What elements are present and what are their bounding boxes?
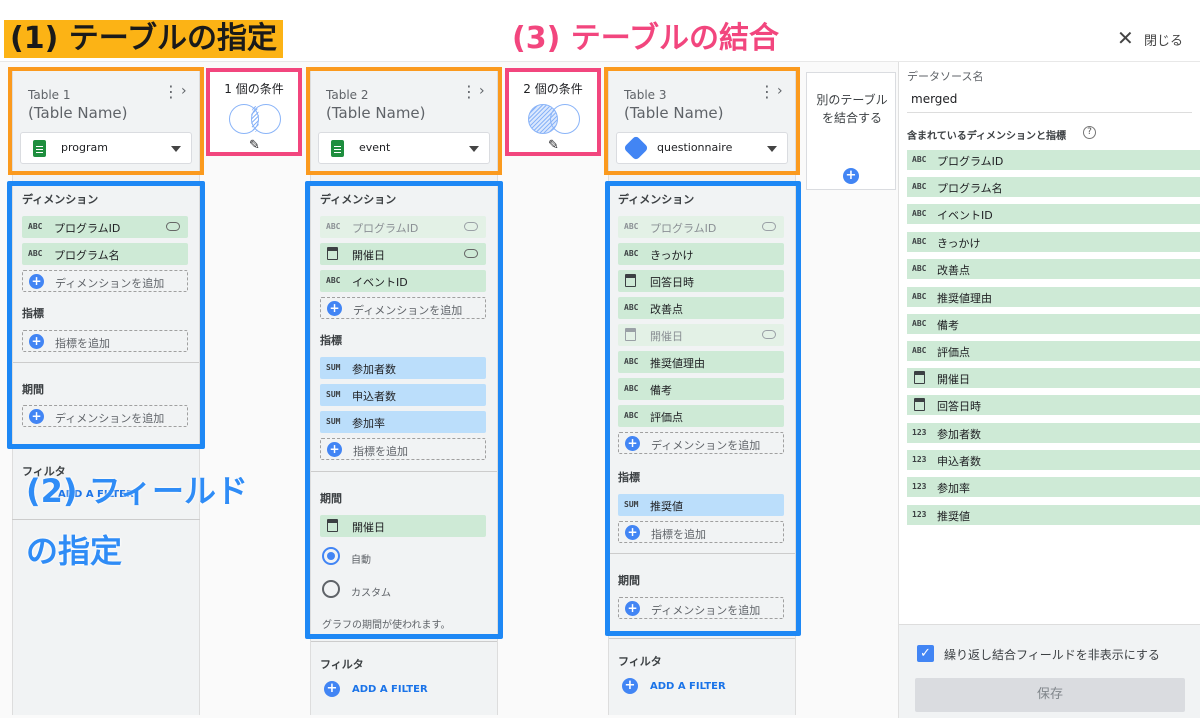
merged-field-chip[interactable]: 回答日時 (907, 395, 1200, 415)
field-label: プログラム名 (937, 182, 1003, 195)
field-label: 改善点 (937, 264, 970, 277)
table-1-fields-highlight (7, 181, 205, 449)
blend-editor: ✕ 閉じる Table 1 (Table Name) ⋮ › program デ… (0, 0, 1200, 718)
merged-field-chip[interactable]: ABC 評価点 (907, 341, 1200, 361)
join-condition-1[interactable]: 1 個の条件 ✎ (206, 68, 302, 156)
join-condition-label: 1 個の条件 (224, 82, 284, 96)
field-label: きっかけ (937, 237, 981, 250)
table-3-fields-highlight (605, 181, 801, 636)
table-2-highlight (306, 67, 502, 175)
fields-label: 含まれているディメンションと指標 (907, 131, 1066, 142)
source-name-underline (907, 112, 1192, 113)
edit-icon[interactable]: ✎ (548, 138, 559, 153)
table-1-fields-divider (12, 519, 200, 520)
calendar-icon (914, 398, 925, 411)
merged-field-chip[interactable]: ABC イベントID (907, 204, 1200, 224)
table-1-highlight (8, 67, 204, 175)
source-name-label: データソース名 (907, 70, 984, 83)
add-filter-icon[interactable]: + (324, 681, 340, 697)
merged-field-chip[interactable]: 開催日 (907, 368, 1200, 388)
field-label: プログラムID (937, 155, 1004, 168)
number-type-icon: 123 (912, 482, 927, 491)
text-type-icon: ABC (912, 264, 927, 273)
table-3-add-filter-button[interactable]: ADD A FILTER (650, 681, 726, 692)
field-label: 推奨値理由 (937, 292, 992, 305)
table-2-fields-highlight (305, 181, 503, 639)
number-type-icon: 123 (912, 455, 927, 464)
text-type-icon: ABC (912, 346, 927, 355)
help-icon[interactable]: ? (1083, 126, 1096, 139)
merged-field-chip[interactable]: ABC 推奨値理由 (907, 287, 1200, 307)
text-type-icon: ABC (912, 182, 927, 191)
add-table-label: 別のテーブルを結合する (816, 93, 888, 125)
annotation-step2-line1: (2) フィールド (26, 472, 249, 510)
close-button[interactable]: 閉じる (1144, 30, 1183, 49)
text-type-icon: ABC (912, 209, 927, 218)
save-button[interactable]: 保存 (915, 678, 1185, 712)
field-label: 評価点 (937, 346, 970, 359)
hide-repeated-label: 繰り返し結合フィールドを非表示にする (944, 648, 1160, 662)
venn-icon (229, 104, 281, 134)
join-condition-2[interactable]: 2 個の条件 ✎ (505, 68, 601, 156)
text-type-icon: ABC (912, 292, 927, 301)
add-table-card[interactable]: 別のテーブルを結合する + (806, 72, 896, 190)
merged-field-chip[interactable]: ABC きっかけ (907, 232, 1200, 252)
merged-field-chip[interactable]: ABC プログラム名 (907, 177, 1200, 197)
source-name-input[interactable]: merged (911, 92, 957, 106)
venn-icon (528, 104, 580, 134)
number-type-icon: 123 (912, 428, 927, 437)
field-label: 回答日時 (937, 400, 981, 413)
table-3-filter-divider (609, 638, 795, 639)
hide-repeated-checkbox[interactable]: ✓ (917, 645, 934, 662)
table-3-filter-title: フィルタ (618, 655, 662, 668)
table-2-filter-title: フィルタ (320, 658, 364, 671)
merged-field-chip[interactable]: 123 参加者数 (907, 423, 1200, 443)
field-label: 備考 (937, 319, 959, 332)
field-label: 開催日 (937, 373, 970, 386)
save-button-label: 保存 (1036, 687, 1063, 702)
field-label: 推奨値 (937, 510, 970, 523)
merged-field-chip[interactable]: ABC プログラムID (907, 150, 1200, 170)
field-label: 参加者数 (937, 428, 981, 441)
text-type-icon: ABC (912, 319, 927, 328)
number-type-icon: 123 (912, 510, 927, 519)
field-label: 参加率 (937, 482, 970, 495)
table-3-highlight (604, 67, 800, 175)
add-filter-icon[interactable]: + (622, 678, 638, 694)
merged-field-chip[interactable]: ABC 改善点 (907, 259, 1200, 279)
close-icon[interactable]: ✕ (1117, 28, 1134, 48)
merged-field-chip[interactable]: 123 推奨値 (907, 505, 1200, 525)
merged-field-chip[interactable]: 123 参加率 (907, 477, 1200, 497)
calendar-icon (914, 371, 925, 384)
annotation-step2-line2: の指定 (26, 532, 123, 570)
annotation-step1: (1) テーブルの指定 (4, 20, 283, 58)
merged-field-chip[interactable]: 123 申込者数 (907, 450, 1200, 470)
edit-icon[interactable]: ✎ (249, 138, 260, 153)
field-label: 申込者数 (937, 455, 981, 468)
add-table-icon: + (843, 168, 859, 184)
text-type-icon: ABC (912, 155, 927, 164)
field-label: イベントID (937, 209, 993, 222)
join-condition-label: 2 個の条件 (523, 82, 583, 96)
text-type-icon: ABC (912, 237, 927, 246)
annotation-step3: (3) テーブルの結合 (512, 21, 779, 56)
merged-source-panel: データソース名 merged 含まれているディメンションと指標 ? ABC プログ… (898, 62, 1200, 718)
merged-field-chip[interactable]: ABC 備考 (907, 314, 1200, 334)
table-2-add-filter-button[interactable]: ADD A FILTER (352, 684, 428, 695)
table-2-filter-divider (311, 641, 497, 642)
